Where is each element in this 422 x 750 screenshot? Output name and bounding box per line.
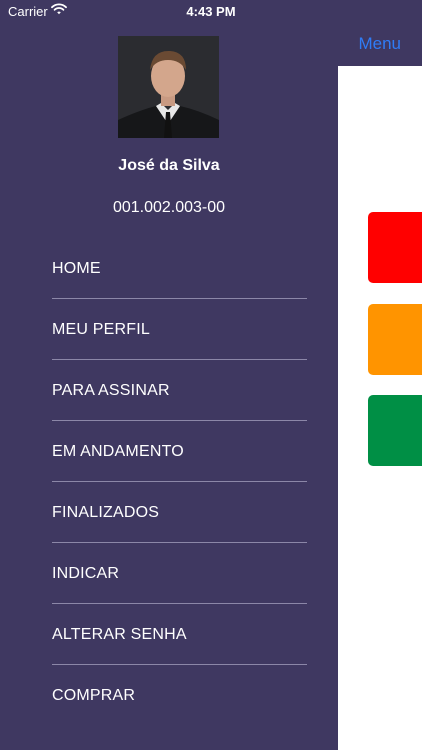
- menu-item-home[interactable]: HOME: [0, 238, 338, 299]
- green-card[interactable]: [368, 395, 422, 466]
- menu-item-label: MEU PERFIL: [52, 321, 151, 338]
- menu-item-label: COMPRAR: [52, 687, 136, 704]
- menu-item-finalizados[interactable]: FINALIZADOS: [0, 482, 338, 543]
- user-name: José da Silva: [118, 157, 220, 174]
- menu-list: HOME MEU PERFIL PARA ASSINAR EM ANDAMENT…: [0, 238, 338, 726]
- red-card[interactable]: [368, 212, 422, 283]
- menu-item-label: INDICAR: [52, 565, 120, 582]
- main-view: Menu: [338, 0, 422, 750]
- user-id: 001.002.003-00: [112, 199, 226, 216]
- avatar: [118, 36, 219, 138]
- orange-card[interactable]: [368, 304, 422, 375]
- menu-item-label: FINALIZADOS: [52, 504, 160, 521]
- menu-button[interactable]: Menu: [358, 34, 401, 54]
- menu-item-para-assinar[interactable]: PARA ASSINAR: [0, 360, 338, 421]
- menu-item-comprar[interactable]: COMPRAR: [0, 665, 338, 726]
- menu-item-indicar[interactable]: INDICAR: [0, 543, 338, 604]
- menu-item-label: HOME: [52, 260, 101, 277]
- menu-item-label: ALTERAR SENHA: [52, 626, 187, 643]
- menu-item-em-andamento[interactable]: EM ANDAMENTO: [0, 421, 338, 482]
- menu-item-label: PARA ASSINAR: [52, 382, 170, 399]
- main-content: [338, 66, 422, 750]
- menu-item-alterar-senha[interactable]: ALTERAR SENHA: [0, 604, 338, 665]
- navigation-bar: Menu: [338, 0, 422, 66]
- menu-item-label: EM ANDAMENTO: [52, 443, 184, 460]
- side-drawer: José da Silva 001.002.003-00 HOME MEU PE…: [0, 0, 338, 750]
- menu-item-meu-perfil[interactable]: MEU PERFIL: [0, 299, 338, 360]
